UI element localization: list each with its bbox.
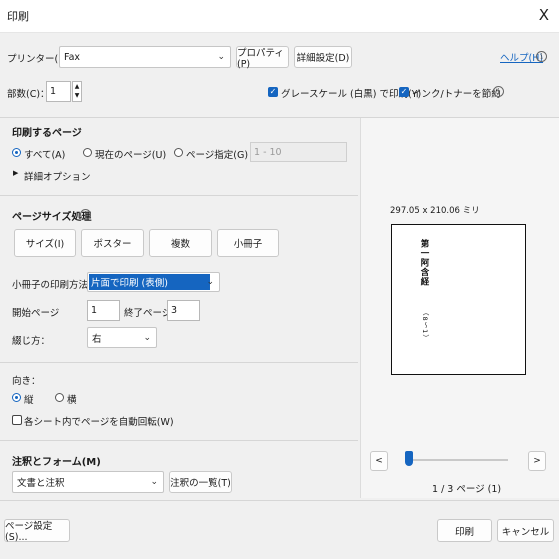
page-handling-info-icon[interactable]: i — [80, 209, 91, 220]
save-ink-info-icon[interactable]: i — [493, 86, 504, 97]
pages-range-label: ページ指定(G) — [186, 150, 249, 161]
copies-label: 部数(C)： — [7, 89, 50, 100]
landscape-radio[interactable] — [55, 393, 64, 402]
preview-page: 第一阿含経 （8～1） — [391, 224, 526, 375]
booklet-method-select[interactable]: 片面で印刷 (表側) ⌄ — [87, 272, 220, 292]
next-page-button[interactable]: > — [528, 451, 546, 471]
size-button[interactable]: サイズ(I) — [14, 229, 76, 257]
printer-value: Fax — [64, 51, 81, 63]
properties-button[interactable]: プロパティ(P) — [236, 46, 289, 70]
printer-select[interactable]: Fax ⌄ — [59, 46, 231, 68]
page-setup-button[interactable]: ページ設定(S)... — [4, 519, 70, 543]
divider — [0, 500, 559, 501]
end-page-input[interactable]: 3 — [167, 300, 200, 321]
pages-all-radio[interactable] — [12, 148, 21, 157]
copies-input[interactable]: 1 — [46, 81, 71, 102]
cancel-button[interactable]: キャンセル — [497, 519, 554, 542]
preview-size-text: 297.05 x 210.06 ミリ — [390, 206, 480, 216]
stepper-down-icon[interactable]: ▼ — [73, 91, 81, 100]
booklet-method-label: 小冊子の印刷方法： — [12, 280, 98, 291]
divider — [0, 362, 358, 363]
page-status-text: 1 / 3 ページ (1) — [432, 484, 502, 495]
help-info-icon[interactable]: i — [536, 51, 547, 62]
pages-range-radio[interactable] — [174, 148, 183, 157]
page-slider-track[interactable] — [408, 459, 508, 461]
chevron-down-icon: ⌄ — [143, 332, 151, 343]
portrait-label: 縦 — [24, 395, 34, 406]
pages-current-label: 現在のページ(U) — [95, 150, 167, 161]
preview-page-sub: （8～1） — [421, 309, 429, 342]
comments-summary-button[interactable]: 注釈の一覧(T) — [169, 471, 232, 493]
title-bar — [0, 0, 559, 33]
chevron-down-icon: ⌄ — [217, 52, 225, 62]
comments-value: 文書と注釈 — [17, 478, 65, 489]
poster-button[interactable]: ポスター — [81, 229, 144, 257]
advanced-button[interactable]: 詳細設定(D) — [294, 46, 352, 68]
prev-page-button[interactable]: < — [370, 451, 388, 471]
triangle-right-icon[interactable]: ▶ — [13, 169, 18, 177]
chevron-down-icon: ⌄ — [150, 477, 158, 487]
comments-select[interactable]: 文書と注釈 ⌄ — [12, 471, 164, 493]
pages-section-title: 印刷するページ — [12, 128, 82, 139]
multiple-button[interactable]: 複数 — [149, 229, 212, 257]
divider — [0, 440, 358, 441]
binding-value: 右 — [92, 333, 102, 345]
auto-rotate-checkbox[interactable] — [12, 415, 22, 425]
pages-all-label: すべて(A) — [24, 150, 66, 161]
close-icon[interactable]: X — [539, 6, 549, 24]
page-slider-thumb[interactable] — [405, 451, 413, 466]
booklet-method-value: 片面で印刷 (表側) — [89, 274, 210, 290]
pages-range-input[interactable]: 1 - 10 — [250, 142, 347, 162]
divider — [0, 195, 358, 196]
binding-select[interactable]: 右 ⌄ — [87, 327, 157, 348]
orientation-title: 向き： — [12, 376, 41, 387]
more-options-link[interactable]: 詳細オプション — [24, 169, 91, 183]
stepper-up-icon[interactable]: ▲ — [73, 82, 81, 91]
start-page-label: 開始ページ — [12, 308, 60, 319]
preview-page-heading: 第一阿含経 — [419, 239, 429, 287]
auto-rotate-label: 各シート内でページを自動回転(W) — [24, 417, 174, 428]
save-ink-label: インク/トナーを節約 — [412, 89, 501, 100]
landscape-label: 横 — [67, 395, 77, 406]
grayscale-checkbox[interactable]: ✓ — [268, 87, 278, 97]
start-page-input[interactable]: 1 — [87, 300, 120, 321]
chevron-down-icon: ⌄ — [206, 277, 214, 287]
end-page-label: 終了ページ — [124, 308, 172, 319]
pages-current-radio[interactable] — [83, 148, 92, 157]
binding-label: 綴じ方： — [12, 336, 51, 347]
print-button[interactable]: 印刷 — [437, 519, 492, 542]
booklet-button[interactable]: 小冊子 — [217, 229, 279, 257]
comments-title: 注釈とフォーム(M) — [12, 457, 101, 468]
save-ink-checkbox[interactable]: ✓ — [399, 87, 409, 97]
window-title: 印刷 — [7, 10, 29, 23]
copies-stepper[interactable]: ▲ ▼ — [72, 81, 82, 102]
portrait-radio[interactable] — [12, 393, 21, 402]
